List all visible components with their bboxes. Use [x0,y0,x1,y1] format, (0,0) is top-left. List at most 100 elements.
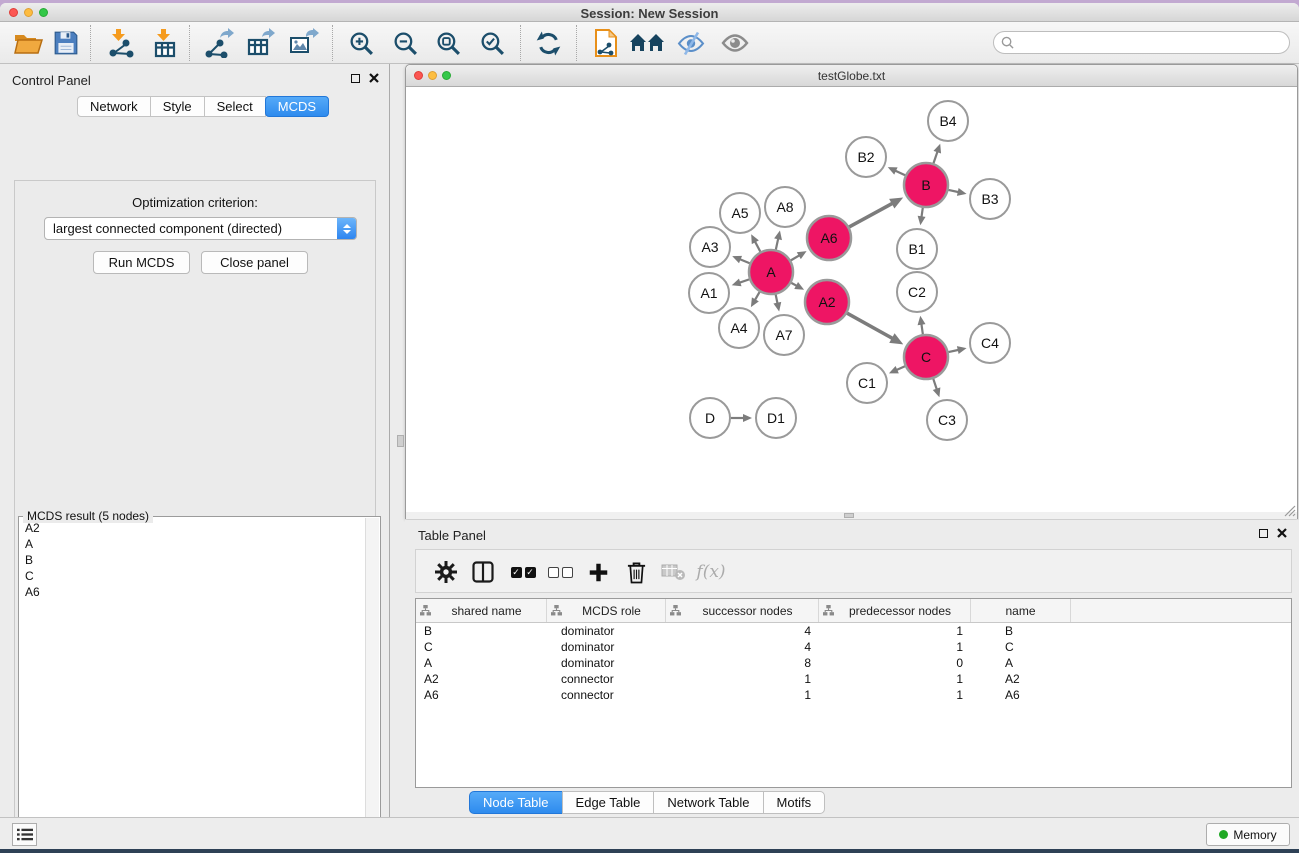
table-cell[interactable]: connector [547,671,666,687]
close-table-panel-icon[interactable] [1277,528,1287,538]
resize-grip-icon[interactable] [1284,505,1296,517]
deselect-all-button[interactable] [542,554,578,590]
tab-select[interactable]: Select [204,96,266,117]
table-cell[interactable]: 0 [819,655,971,671]
table-settings-button[interactable] [428,554,464,590]
table-cell[interactable]: A2 [971,671,1071,687]
delete-column-button[interactable] [618,554,654,590]
result-item[interactable]: A6 [20,584,365,600]
tab-style[interactable]: Style [150,96,205,117]
memory-status-icon [1219,830,1228,839]
run-mcds-button[interactable]: Run MCDS [93,251,190,274]
graph-node-label: D1 [767,410,785,426]
graph-edge[interactable] [933,150,937,163]
home-layout-button[interactable] [629,25,665,61]
table-cell[interactable]: 1 [819,671,971,687]
float-panel-icon[interactable] [351,74,360,83]
open-session-button[interactable] [10,25,46,61]
column-header-successor-nodes[interactable]: successor nodes [666,599,819,622]
checked-box-icon: ✓ [525,567,536,578]
search-field[interactable] [993,31,1290,54]
table-cell[interactable]: A6 [971,687,1071,703]
tab-edge-table[interactable]: Edge Table [562,791,655,814]
import-table-button[interactable] [147,25,183,61]
zoom-selected-button[interactable] [474,25,510,61]
table-cell[interactable]: 1 [819,687,971,703]
refresh-button[interactable] [530,25,566,61]
tab-motifs[interactable]: Motifs [763,791,826,814]
table-cell[interactable]: 1 [666,671,819,687]
column-header-mcds-role[interactable]: MCDS role [547,599,666,622]
network-hscroll-thumb[interactable] [844,513,854,518]
mcds-result-list[interactable]: A2ABCA6 [20,520,365,849]
table-cell[interactable]: connector [547,687,666,703]
show-columns-button[interactable] [465,554,501,590]
table-row[interactable]: Adominator80A [416,655,1291,671]
table-cell[interactable]: 1 [819,639,971,655]
float-table-panel-icon[interactable] [1259,529,1268,538]
table-cell[interactable]: 1 [666,687,819,703]
node-table: shared name MCDS role successor nodes pr… [415,598,1292,788]
close-panel-icon[interactable] [369,73,379,83]
export-image-button[interactable] [286,25,322,61]
show-panels-button[interactable] [12,823,37,846]
network-window-titlebar[interactable]: testGlobe.txt [406,65,1297,87]
network-hscroll[interactable] [406,512,1297,519]
show-hidden-button[interactable] [717,25,753,61]
table-cell[interactable]: 4 [666,623,819,639]
column-header-name[interactable]: name [971,599,1071,622]
table-row[interactable]: A6connector11A6 [416,687,1291,703]
tab-mcds[interactable]: MCDS [265,96,329,117]
export-table-button[interactable] [243,25,279,61]
save-session-button[interactable] [48,25,84,61]
delete-table-button[interactable] [655,554,691,590]
table-cell[interactable]: 1 [819,623,971,639]
table-cell[interactable]: A [416,655,547,671]
table-cell[interactable]: C [416,639,547,655]
criterion-dropdown[interactable]: largest connected component (directed) [44,217,357,240]
table-row[interactable]: Cdominator41C [416,639,1291,655]
graph-edge[interactable] [849,203,893,227]
add-column-button[interactable] [580,554,616,590]
close-panel-button[interactable]: Close panel [201,251,308,274]
export-network-button[interactable] [201,25,237,61]
table-cell[interactable]: 8 [666,655,819,671]
result-scrollbar[interactable] [365,518,379,849]
search-input[interactable] [1018,36,1268,50]
tab-network[interactable]: Network [77,96,151,117]
table-cell[interactable]: 4 [666,639,819,655]
network-graph[interactable]: B4B2BB3A5A8A6B1A3AC2A1A2A4A7C4CC1DD1C3 [406,87,1297,512]
import-network-button[interactable] [102,25,138,61]
table-row[interactable]: Bdominator41B [416,623,1291,639]
table-cell[interactable]: B [416,623,547,639]
result-item[interactable]: C [20,568,365,584]
function-builder-button[interactable]: f(x) [693,554,729,590]
result-item[interactable]: A [20,536,365,552]
table-cell[interactable]: A2 [416,671,547,687]
graph-edge[interactable] [847,313,894,339]
zoom-in-button[interactable] [343,25,379,61]
table-cell[interactable]: dominator [547,655,666,671]
zoom-out-button[interactable] [387,25,423,61]
table-cell[interactable]: dominator [547,623,666,639]
table-cell[interactable]: C [971,639,1071,655]
table-cell[interactable]: A6 [416,687,547,703]
memory-button[interactable]: Memory [1206,823,1290,846]
result-item[interactable]: A2 [20,520,365,536]
table-cell[interactable]: B [971,623,1071,639]
network-canvas[interactable]: B4B2BB3A5A8A6B1A3AC2A1A2A4A7C4CC1DD1C3 [406,87,1297,512]
hide-selected-button[interactable] [673,25,709,61]
tab-network-table[interactable]: Network Table [653,791,763,814]
column-header-predecessor-nodes[interactable]: predecessor nodes [819,599,971,622]
select-all-button[interactable]: ✓✓ [505,554,541,590]
tab-node-table[interactable]: Node Table [469,791,563,814]
result-item[interactable]: B [20,552,365,568]
table-row[interactable]: A2connector11A2 [416,671,1291,687]
zoom-selected-icon [479,30,506,57]
network-vscroll-thumb[interactable] [397,435,404,447]
zoom-fit-button[interactable] [430,25,466,61]
column-header-shared-name[interactable]: shared name [416,599,547,622]
duplicate-network-button[interactable] [588,25,624,61]
table-cell[interactable]: A [971,655,1071,671]
table-cell[interactable]: dominator [547,639,666,655]
